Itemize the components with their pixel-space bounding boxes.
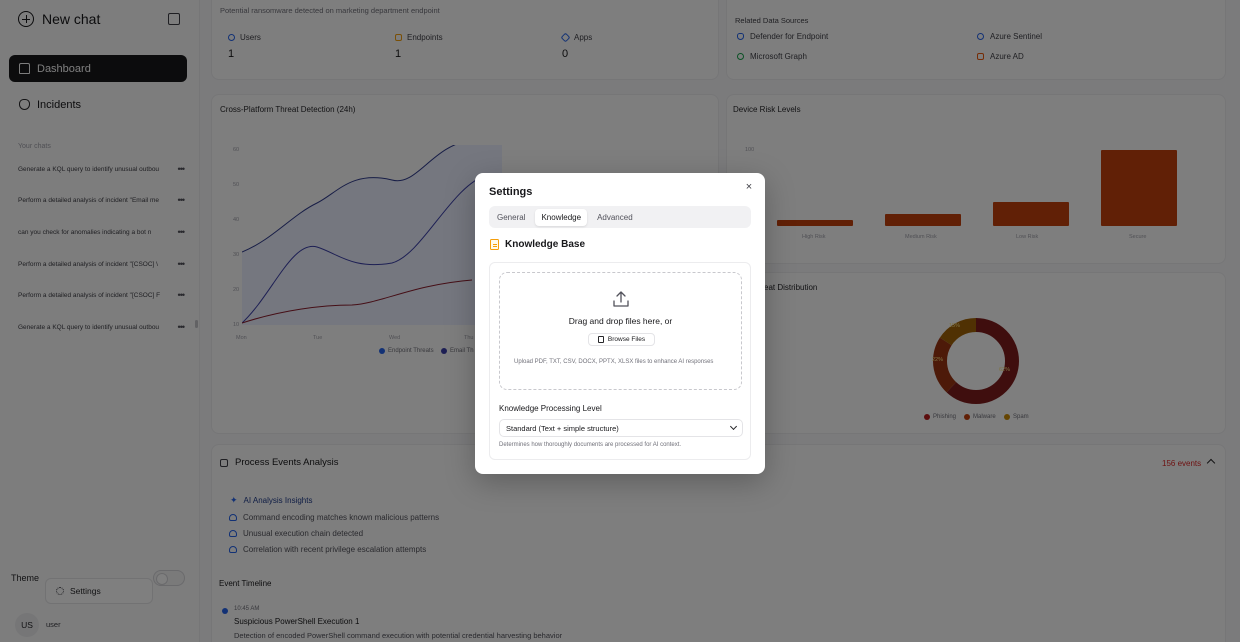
knowledge-base-title: Knowledge Base	[505, 239, 586, 250]
modal-title: Settings	[489, 186, 533, 198]
browse-files-button[interactable]: Browse Files	[588, 333, 655, 346]
tab-general[interactable]: General	[491, 209, 531, 226]
drop-text: Drag and drop files here, or	[568, 316, 673, 326]
file-dropzone[interactable]: Drag and drop files here, or Browse File…	[499, 272, 742, 390]
tab-knowledge[interactable]: Knowledge	[535, 208, 588, 226]
processing-level-label: Knowledge Processing Level	[499, 404, 602, 413]
knowledge-base-panel: Drag and drop files here, or Browse File…	[489, 262, 751, 460]
settings-tabs: General Knowledge Advanced	[489, 206, 751, 228]
knowledge-base-heading: Knowledge Base	[490, 239, 585, 250]
browse-files-label: Browse Files	[607, 336, 646, 343]
chevron-down-icon	[729, 422, 738, 431]
upload-icon	[613, 291, 629, 307]
document-icon	[490, 239, 499, 250]
settings-modal: Settings × General Knowledge Advanced Kn…	[475, 173, 765, 474]
processing-level-hint: Determines how thoroughly documents are …	[499, 442, 682, 448]
tab-advanced[interactable]: Advanced	[591, 209, 639, 226]
processing-level-value: Standard (Text + simple structure)	[506, 423, 619, 433]
processing-level-select[interactable]: Standard (Text + simple structure)	[499, 419, 743, 437]
upload-hint: Upload PDF, TXT, CSV, DOCX, PPTX, XLSX f…	[514, 359, 714, 365]
close-icon[interactable]: ×	[743, 181, 755, 193]
file-icon	[597, 336, 604, 343]
